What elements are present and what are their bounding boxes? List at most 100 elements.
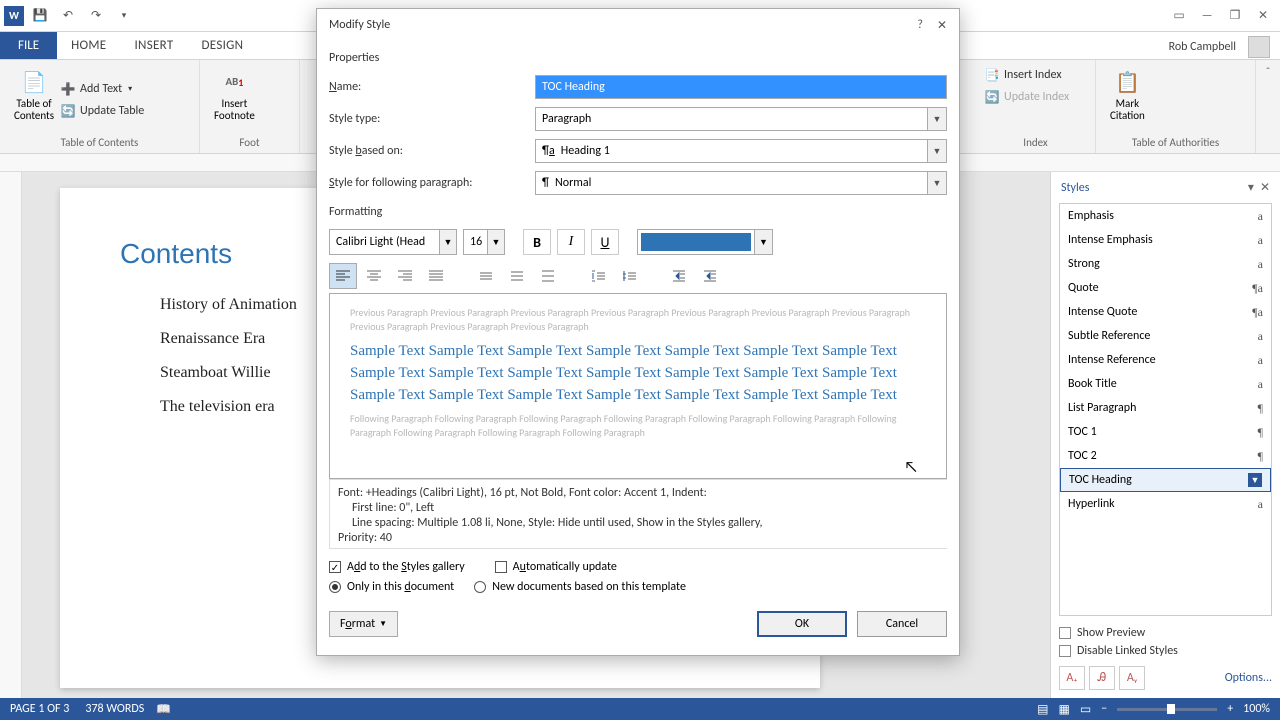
style-item[interactable]: Intense Quote¶a (1060, 300, 1271, 324)
based-on-combo[interactable]: ¶aHeading 1▼ (535, 139, 947, 163)
chevron-down-icon[interactable]: ▼ (487, 229, 505, 255)
ribbon-display-options-icon[interactable]: ▭ (1166, 5, 1192, 27)
style-item[interactable]: Book Titlea (1060, 372, 1271, 396)
new-style-icon[interactable]: A₊ (1059, 666, 1085, 690)
style-item[interactable]: TOC 2¶ (1060, 444, 1271, 468)
chevron-down-icon[interactable]: ▼ (927, 107, 947, 131)
zoom-level[interactable]: 100% (1243, 702, 1270, 716)
disable-linked-checkbox[interactable]: Disable Linked Styles (1059, 642, 1272, 660)
spacing-1.5-button[interactable] (503, 263, 531, 289)
save-icon[interactable]: 💾 (28, 4, 52, 28)
style-inspector-icon[interactable]: Ꭿ (1089, 666, 1115, 690)
dialog-close-icon[interactable]: ✕ (937, 18, 947, 33)
ok-button[interactable]: OK (757, 611, 847, 637)
auto-update-checkbox[interactable]: Automatically update (495, 557, 617, 577)
name-field[interactable] (535, 75, 947, 99)
underline-button[interactable]: U (591, 229, 619, 255)
styles-pane: Styles ▾✕ EmphasisaIntense EmphasisaStro… (1050, 172, 1280, 698)
cancel-button[interactable]: Cancel (857, 611, 947, 637)
styles-close-icon[interactable]: ✕ (1260, 180, 1270, 195)
tab-design[interactable]: DESIGN (188, 32, 258, 59)
update-index-icon: 🔄 (984, 89, 1000, 105)
styles-options-icon[interactable]: ▾ (1248, 180, 1254, 195)
word-count[interactable]: 378 WORDS (85, 702, 144, 716)
close-icon[interactable]: ✕ (1250, 5, 1276, 27)
tab-home[interactable]: HOME (57, 32, 120, 59)
style-item[interactable]: Hyperlinka (1060, 492, 1271, 516)
add-to-gallery-checkbox[interactable]: ✓Add to the Styles gallery (329, 557, 465, 577)
table-of-contents-button[interactable]: 📄 Table of Contents (8, 64, 60, 136)
align-justify-button[interactable] (422, 263, 450, 289)
align-right-button[interactable] (391, 263, 419, 289)
font-combo[interactable]: Calibri Light (Head▼ (329, 229, 457, 255)
group-toc-label: Table of Contents (8, 136, 191, 149)
increase-indent-button[interactable] (696, 263, 724, 289)
undo-icon[interactable]: ↶ (56, 4, 80, 28)
style-item[interactable]: TOC Heading▼ (1060, 468, 1271, 492)
increase-before-button[interactable] (584, 263, 612, 289)
zoom-slider[interactable] (1117, 708, 1217, 711)
align-center-button[interactable] (360, 263, 388, 289)
format-button[interactable]: Format▼ (329, 611, 398, 637)
qat-customize-icon[interactable]: ▾ (112, 4, 136, 28)
style-item[interactable]: TOC 1¶ (1060, 420, 1271, 444)
add-text-button[interactable]: ➕Add Text▾ (60, 78, 144, 100)
bold-button[interactable]: B (523, 229, 551, 255)
tab-file[interactable]: FILE (0, 32, 57, 59)
toc-icon: 📄 (18, 66, 50, 98)
style-item[interactable]: Emphasisa (1060, 204, 1271, 228)
mark-citation-button[interactable]: 📋 Mark Citation (1104, 64, 1151, 136)
dialog-help-icon[interactable]: ? (917, 18, 923, 33)
show-preview-checkbox[interactable]: Show Preview (1059, 624, 1272, 642)
chevron-down-icon[interactable]: ▼ (927, 139, 947, 163)
view-web-icon[interactable]: ▭ (1080, 702, 1091, 717)
style-description: Font: +Headings (Calibri Light), 16 pt, … (329, 479, 947, 549)
size-combo[interactable]: 16▼ (463, 229, 505, 255)
update-index-button[interactable]: 🔄Update Index (984, 86, 1087, 108)
manage-styles-icon[interactable]: Aᵧ (1119, 666, 1145, 690)
styles-list[interactable]: EmphasisaIntense EmphasisaStrongaQuote¶a… (1059, 203, 1272, 616)
redo-icon[interactable]: ↷ (84, 4, 108, 28)
vertical-ruler (0, 172, 22, 698)
restore-icon[interactable]: ❐ (1222, 5, 1248, 27)
citation-icon: 📋 (1111, 66, 1143, 98)
spacing-1-button[interactable] (472, 263, 500, 289)
view-print-icon[interactable]: ▦ (1059, 702, 1070, 717)
decrease-before-button[interactable] (615, 263, 643, 289)
chevron-down-icon[interactable]: ▼ (439, 229, 457, 255)
styles-options-link[interactable]: Options... (1225, 671, 1272, 685)
avatar[interactable] (1248, 36, 1270, 58)
view-read-icon[interactable]: ▤ (1037, 702, 1048, 717)
style-type-combo[interactable]: Paragraph▼ (535, 107, 947, 131)
italic-button[interactable]: I (557, 229, 585, 255)
update-table-button[interactable]: 🔄Update Table (60, 100, 144, 122)
insert-footnote-button[interactable]: AB1 Insert Footnote (208, 64, 261, 136)
style-item[interactable]: Quote¶a (1060, 276, 1271, 300)
font-color-button[interactable]: ▼ (637, 229, 773, 255)
collapse-ribbon-icon[interactable]: ˆ (1256, 60, 1280, 153)
chevron-down-icon[interactable]: ▼ (754, 230, 772, 254)
preview-area: Previous Paragraph Previous Paragraph Pr… (329, 293, 947, 479)
only-this-doc-radio[interactable]: Only in this document (329, 577, 454, 597)
insert-index-button[interactable]: 📑Insert Index (984, 64, 1087, 86)
new-docs-radio[interactable]: New documents based on this template (474, 577, 686, 597)
spacing-2-button[interactable] (534, 263, 562, 289)
user-name[interactable]: Rob Campbell (1163, 40, 1242, 54)
name-label: Name: (329, 80, 535, 94)
page-count[interactable]: PAGE 1 OF 3 (10, 702, 69, 716)
spell-check-icon[interactable]: 📖 (156, 702, 171, 717)
chevron-down-icon[interactable]: ▼ (927, 171, 947, 195)
minimize-icon[interactable]: — (1194, 5, 1220, 27)
decrease-indent-button[interactable] (665, 263, 693, 289)
style-item[interactable]: Intense Referencea (1060, 348, 1271, 372)
zoom-out-icon[interactable]: − (1101, 702, 1107, 716)
style-dropdown-icon[interactable]: ▼ (1248, 473, 1262, 487)
zoom-in-icon[interactable]: + (1227, 702, 1233, 716)
style-item[interactable]: Intense Emphasisa (1060, 228, 1271, 252)
style-item[interactable]: List Paragraph¶ (1060, 396, 1271, 420)
tab-insert[interactable]: INSERT (120, 32, 187, 59)
align-left-button[interactable] (329, 263, 357, 289)
following-combo[interactable]: ¶Normal▼ (535, 171, 947, 195)
style-item[interactable]: Subtle Referencea (1060, 324, 1271, 348)
style-item[interactable]: Stronga (1060, 252, 1271, 276)
